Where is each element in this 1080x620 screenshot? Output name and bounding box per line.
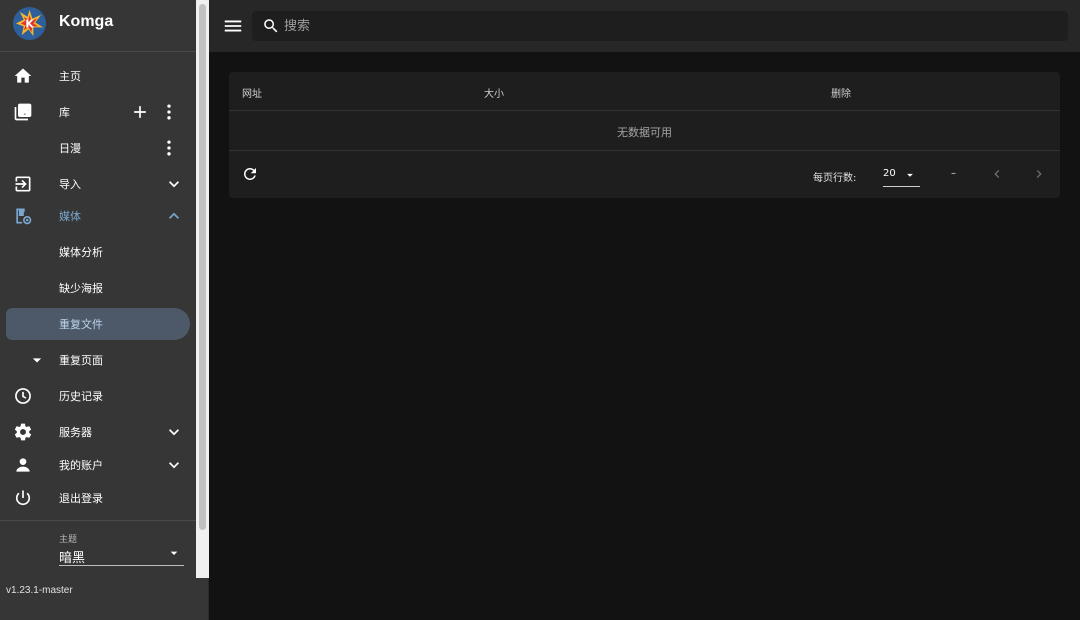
- account-icon: [13, 455, 33, 475]
- sidebar-item-libraries[interactable]: 库: [0, 96, 196, 128]
- rows-per-page-select[interactable]: 20: [883, 165, 920, 187]
- sidebar-item-history[interactable]: 历史记录: [0, 380, 196, 412]
- app-bar: [209, 0, 1080, 52]
- pagination-range: –: [951, 168, 956, 179]
- sidebar-item-label: 导入: [59, 178, 81, 191]
- theme-select-label: 主题: [59, 535, 78, 545]
- chevron-down-icon[interactable]: [164, 422, 184, 442]
- table-divider: [229, 150, 1060, 151]
- sidebar-item-label: 库: [59, 106, 70, 119]
- search-input[interactable]: [284, 11, 1054, 41]
- svg-text:K: K: [25, 17, 34, 30]
- rows-per-page-value: 20: [883, 168, 896, 179]
- app-title: Komga: [59, 13, 114, 30]
- table-divider: [229, 110, 1060, 111]
- sidebar-item-label: 媒体: [59, 210, 81, 223]
- sidebar-item-media[interactable]: 媒体: [0, 200, 196, 232]
- empty-state-text: 无数据可用: [617, 126, 672, 139]
- library-icon: [13, 102, 33, 122]
- brand-header: K Komga: [0, 0, 196, 52]
- sidebar-item-duplicate-pages[interactable]: 重复页面: [0, 344, 196, 376]
- moon-icon: [12, 541, 33, 561]
- more-vert-icon[interactable]: [159, 102, 179, 122]
- sidebar-item-import[interactable]: 导入: [0, 168, 196, 200]
- column-header-url[interactable]: 网址: [242, 85, 262, 100]
- sidebar-item-label: 媒体分析: [59, 246, 103, 259]
- import-icon: [13, 174, 33, 194]
- add-library-icon[interactable]: [130, 102, 150, 122]
- history-icon: [13, 386, 33, 406]
- duplicate-files-table: 网址 大小 删除 无数据可用 每页行数: 20 –: [229, 72, 1060, 198]
- sidebar-item-label: 重复文件: [59, 318, 103, 331]
- sidebar-item-label: 重复页面: [59, 354, 103, 367]
- scrollbar-thumb[interactable]: [199, 4, 206, 530]
- chevron-left-icon[interactable]: [989, 166, 1005, 182]
- caret-down-icon: [907, 173, 913, 177]
- column-header-size[interactable]: 大小: [484, 85, 504, 100]
- gear-icon: [13, 422, 33, 442]
- sidebar-divider: [0, 520, 196, 521]
- chevron-down-icon[interactable]: [164, 174, 184, 194]
- sidebar-item-media-analysis[interactable]: 媒体分析: [0, 236, 196, 268]
- sidebar-item-label: 主页: [59, 70, 81, 83]
- search-icon: [264, 19, 278, 33]
- more-vert-icon[interactable]: [159, 138, 179, 158]
- sidebar-item-duplicate-files[interactable]: 重复文件: [0, 308, 196, 340]
- chevron-down-icon[interactable]: [164, 455, 184, 475]
- rows-per-page-label: 每页行数:: [813, 173, 857, 184]
- sidebar-item-label: 历史记录: [59, 390, 103, 403]
- column-header-delete[interactable]: 删除: [831, 85, 851, 100]
- sidebar-item-logout[interactable]: 退出登录: [0, 482, 196, 514]
- menu-icon[interactable]: [222, 15, 244, 37]
- select-underline: [883, 186, 920, 187]
- sidebar-item-label: 缺少海报: [59, 282, 103, 295]
- app-version: v1.23.1-master: [6, 585, 73, 596]
- theme-select-value: 暗黑: [59, 551, 86, 566]
- sidebar-scrollbar[interactable]: [196, 0, 209, 578]
- theme-select-underline: [59, 565, 184, 566]
- sidebar-item-library-manga[interactable]: 日漫: [0, 132, 196, 164]
- power-icon: [13, 488, 33, 508]
- komga-logo-icon: K: [12, 6, 47, 41]
- chevron-up-icon[interactable]: [164, 206, 184, 226]
- sidebar-item-my-account[interactable]: 我的账户: [0, 449, 196, 481]
- refresh-icon[interactable]: [241, 165, 259, 183]
- home-icon: [13, 66, 33, 86]
- media-icon: [13, 206, 33, 226]
- chevron-right-icon[interactable]: [1031, 166, 1047, 182]
- sidebar-item-server[interactable]: 服务器: [0, 416, 196, 448]
- sidebar-item-label: 退出登录: [59, 492, 103, 505]
- sidebar-item-missing-posters[interactable]: 缺少海报: [0, 272, 196, 304]
- search-bar[interactable]: [252, 11, 1068, 41]
- sidebar: K Komga 主页 库 日漫 导入 媒体 媒体分析 缺少海报 重复文件 重复页…: [0, 0, 209, 620]
- sidebar-item-label: 日漫: [59, 142, 81, 155]
- sidebar-item-label: 服务器: [59, 426, 92, 439]
- sidebar-item-home[interactable]: 主页: [0, 60, 196, 92]
- theme-select[interactable]: 主题 暗黑: [0, 527, 196, 577]
- caret-down-icon[interactable]: [27, 350, 47, 370]
- caret-down-icon[interactable]: [166, 545, 182, 561]
- sidebar-item-label: 我的账户: [59, 459, 103, 472]
